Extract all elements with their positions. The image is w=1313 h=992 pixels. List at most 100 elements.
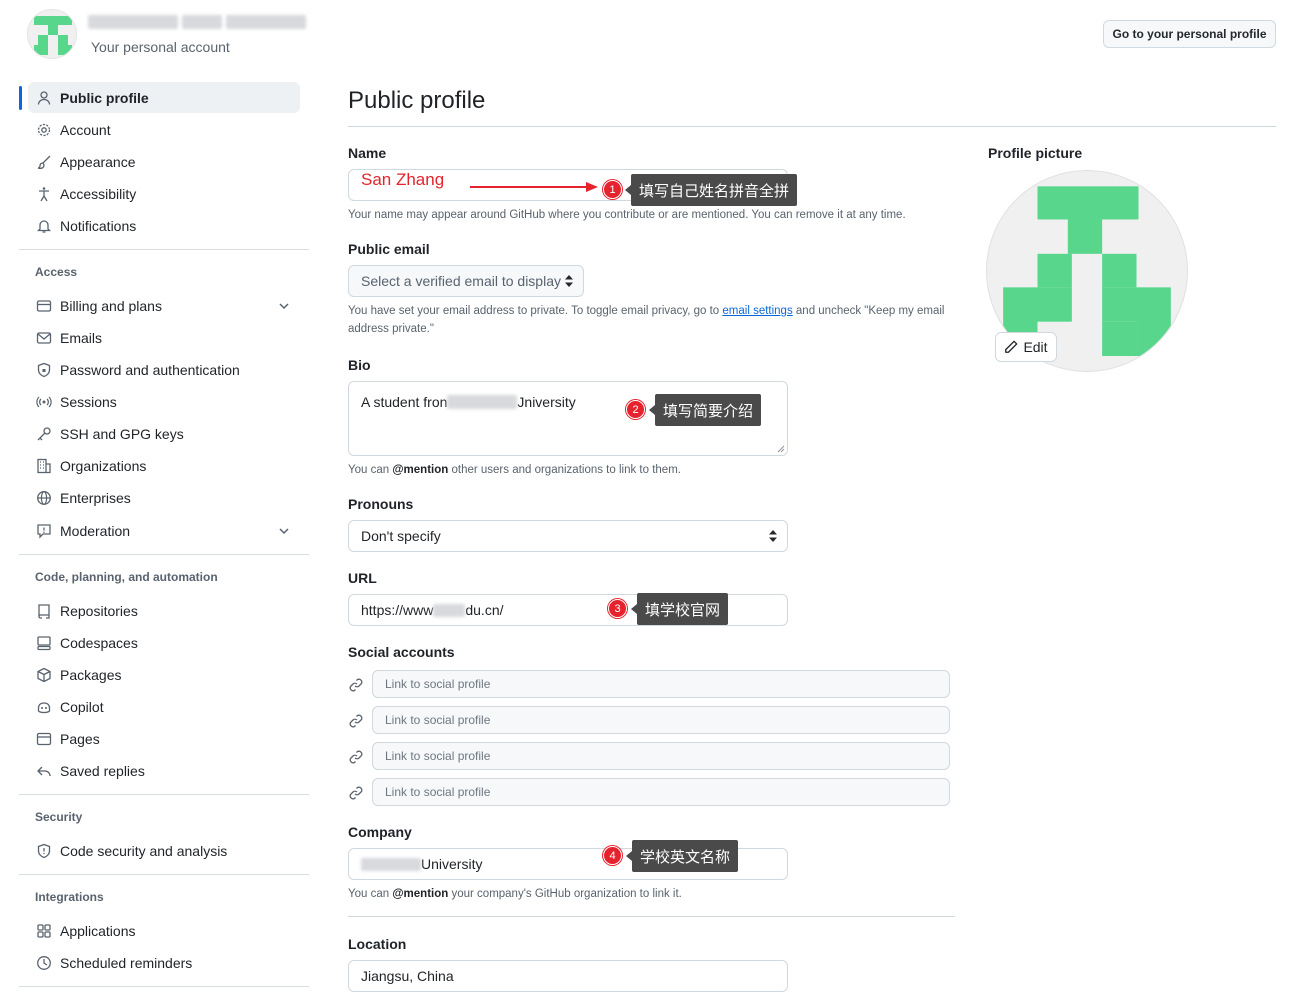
credit-card-icon — [36, 299, 52, 312]
sidebar-item-public-profile[interactable]: Public profile — [28, 82, 300, 113]
sidebar-group-title: Security — [35, 810, 83, 824]
sidebar-divider — [19, 986, 309, 987]
sidebar-item-appearance[interactable]: Appearance — [28, 146, 300, 177]
arrow-annotation-1 — [470, 182, 598, 192]
copilot-icon — [37, 701, 51, 713]
sidebar-item-label: Applications — [60, 922, 136, 939]
sidebar-item-accessibility[interactable]: Accessibility — [28, 178, 300, 209]
sidebar-divider — [19, 794, 309, 795]
codespaces-icon — [37, 635, 51, 650]
organization-icon — [37, 458, 51, 473]
social-accounts-label: Social accounts — [348, 644, 455, 660]
sidebar-item-label: Account — [60, 121, 111, 138]
sidebar-item-enterprises[interactable]: Enterprises — [28, 482, 300, 513]
sidebar-divider — [19, 554, 309, 555]
url-redacted — [433, 603, 466, 617]
account-avatar[interactable] — [27, 9, 77, 59]
public-email-label: Public email — [348, 241, 430, 257]
sidebar-item-label: Sessions — [60, 393, 117, 410]
annotation-badge-4: 4 — [603, 846, 622, 865]
resize-handle-icon[interactable] — [777, 445, 785, 453]
reply-icon — [37, 766, 51, 776]
name-label: Name — [348, 145, 387, 161]
annotation-tip-4: 学校英文名称 — [625, 840, 739, 872]
social-link-placeholder: Link to social profile — [385, 785, 491, 799]
link-icon-wrap — [348, 713, 364, 729]
sidebar-item-password-and-authentication[interactable]: Password and authentication — [28, 354, 300, 385]
sidebar-item-label: Billing and plans — [60, 297, 162, 314]
bio-value-start: A student fron — [361, 394, 448, 410]
sidebar-item-notifications[interactable]: Notifications — [28, 210, 300, 241]
paintbrush-icon — [37, 155, 51, 169]
accessibility-icon — [39, 186, 49, 201]
globe-icon — [37, 490, 51, 505]
sidebar-item-copilot[interactable]: Copilot — [28, 691, 300, 722]
page-title: Public profile — [348, 87, 486, 114]
sidebar-item-sessions[interactable]: Sessions — [28, 386, 300, 417]
sidebar-item-codespaces[interactable]: Codespaces — [28, 627, 300, 658]
link-icon — [349, 750, 363, 764]
sidebar-item-label: Appearance — [60, 153, 136, 170]
sidebar-item-label: Accessibility — [60, 185, 137, 202]
social-link-placeholder: Link to social profile — [385, 749, 491, 763]
sidebar-item-repositories[interactable]: Repositories — [28, 595, 300, 626]
edit-avatar-button[interactable]: Edit — [995, 332, 1057, 362]
sidebar-item-moderation[interactable]: Moderation — [28, 515, 300, 546]
bio-redacted — [447, 395, 518, 409]
sidebar-item-label: Moderation — [60, 522, 131, 539]
public-email-select[interactable]: Select a verified email to display — [348, 265, 584, 297]
social-link-input[interactable]: Link to social profile — [372, 778, 950, 806]
package-icon — [37, 667, 51, 682]
sidebar-item-billing-and-plans[interactable]: Billing and plans — [28, 290, 300, 321]
company-redacted — [361, 857, 421, 871]
sidebar-item-pages[interactable]: Pages — [28, 723, 300, 754]
sidebar-item-label: Organizations — [60, 457, 147, 474]
annotation-badge-1: 1 — [603, 180, 622, 199]
sidebar-group-title: Access — [35, 265, 78, 279]
location-input[interactable]: Jiangsu, China — [348, 960, 788, 992]
sidebar-item-emails[interactable]: Emails — [28, 322, 300, 353]
annotation-badge-2: 2 — [626, 400, 645, 419]
email-settings-link[interactable]: email settings — [722, 305, 792, 317]
company-note-suffix: your company's GitHub organization to li… — [448, 888, 682, 900]
social-link-input[interactable]: Link to social profile — [372, 706, 950, 734]
person-icon — [37, 90, 51, 105]
annotation-badge-3: 3 — [608, 599, 627, 618]
sidebar-item-code-security-and-analysis[interactable]: Code security and analysis — [28, 835, 300, 866]
sidebar-item-label: Scheduled reminders — [60, 954, 193, 971]
link-icon-wrap — [348, 785, 364, 801]
sidebar-item-label: Emails — [60, 329, 103, 346]
location-value: Jiangsu, China — [361, 968, 454, 984]
sidebar-item-scheduled-reminders[interactable]: Scheduled reminders — [28, 947, 300, 978]
sidebar-item-label: Notifications — [60, 217, 137, 234]
sidebar-item-account[interactable]: Account — [28, 114, 300, 145]
account-subtitle: Your personal account — [91, 39, 230, 55]
pronouns-select[interactable]: Don't specify — [348, 520, 788, 552]
report-icon — [37, 523, 51, 539]
social-link-input[interactable]: Link to social profile — [372, 670, 950, 698]
identicon-icon — [34, 16, 72, 55]
sidebar-item-label: Password and authentication — [60, 361, 240, 378]
url-label: URL — [348, 570, 377, 586]
section-divider — [348, 916, 955, 917]
sidebar-item-applications[interactable]: Applications — [28, 915, 300, 946]
go-to-profile-button[interactable]: Go to your personal profile — [1103, 20, 1276, 48]
bell-icon — [36, 219, 52, 233]
mail-icon — [36, 331, 52, 344]
social-link-placeholder: Link to social profile — [385, 713, 491, 727]
social-link-input[interactable]: Link to social profile — [372, 742, 950, 770]
url-value-end: du.cn/ — [465, 602, 504, 618]
sidebar-item-label: Code security and analysis — [60, 842, 228, 859]
account-name-redacted — [88, 13, 306, 31]
sidebar-item-ssh-and-gpg-keys[interactable]: SSH and GPG keys — [28, 418, 300, 449]
sidebar-item-label: Saved replies — [60, 762, 145, 779]
sidebar-item-packages[interactable]: Packages — [28, 659, 300, 690]
broadcast-icon — [36, 396, 52, 407]
sidebar-item-saved-replies[interactable]: Saved replies — [28, 755, 300, 786]
sidebar-item-organizations[interactable]: Organizations — [28, 450, 300, 481]
sidebar-divider — [19, 249, 309, 250]
chevron-down-icon — [279, 303, 289, 310]
select-arrows-icon — [769, 530, 777, 542]
apps-icon — [37, 923, 51, 938]
link-icon-wrap — [348, 677, 364, 693]
